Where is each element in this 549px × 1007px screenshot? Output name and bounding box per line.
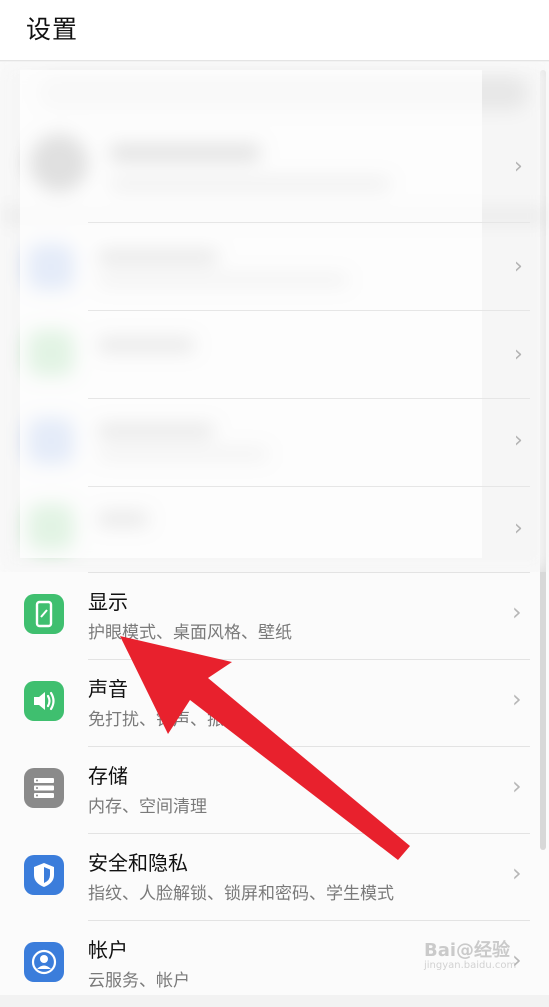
settings-item-subtitle: 护眼模式、桌面风格、壁纸 (88, 623, 292, 643)
top-bar: 设置 (0, 0, 549, 61)
redaction-mask (20, 70, 482, 558)
redacted-area: › › › › › (0, 62, 549, 572)
display-phone-icon (24, 594, 64, 634)
page-title: 设置 (26, 15, 79, 44)
settings-item-subtitle: 指纹、人脸解锁、锁屏和密码、学生模式 (88, 884, 394, 904)
chevron-right-icon: › (512, 685, 522, 713)
settings-item-title: 安全和隐私 (88, 851, 188, 875)
chevron-right-icon[interactable]: › (514, 344, 530, 366)
chevron-right-icon[interactable]: › (514, 430, 530, 452)
watermark-url: jingyan.baidu.com (424, 960, 517, 971)
settings-item-storage[interactable]: 存储 内存、空间清理 › (0, 746, 549, 833)
settings-item-title: 声音 (88, 677, 128, 701)
chevron-right-icon: › (512, 772, 522, 800)
chevron-right-icon[interactable]: › (514, 256, 530, 278)
speaker-icon (24, 681, 64, 721)
watermark: Bai@经验 jingyan.baidu.com (424, 936, 542, 976)
settings-item-title: 存储 (88, 764, 128, 788)
settings-item-title: 显示 (88, 590, 128, 614)
settings-item-subtitle: 云服务、帐户 (88, 971, 190, 991)
settings-item-security-privacy[interactable]: 安全和隐私 指纹、人脸解锁、锁屏和密码、学生模式 › (0, 833, 549, 920)
chevron-right-icon: › (512, 598, 522, 626)
chevron-right-icon: › (512, 859, 522, 887)
chevron-right-icon[interactable]: › (514, 156, 530, 178)
account-icon (24, 942, 64, 982)
chevron-right-icon[interactable]: › (514, 518, 530, 540)
settings-item-display[interactable]: 显示 护眼模式、桌面风格、壁纸 › (0, 572, 549, 659)
storage-icon (24, 768, 64, 808)
settings-item-sound[interactable]: 声音 免打扰、铃声、振动 › (0, 659, 549, 746)
shield-icon (24, 855, 64, 895)
settings-item-subtitle: 内存、空间清理 (88, 797, 207, 817)
settings-item-subtitle: 免打扰、铃声、振动 (88, 710, 241, 730)
watermark-brand: Bai@经验 (424, 940, 511, 961)
settings-item-title: 帐户 (88, 938, 128, 962)
